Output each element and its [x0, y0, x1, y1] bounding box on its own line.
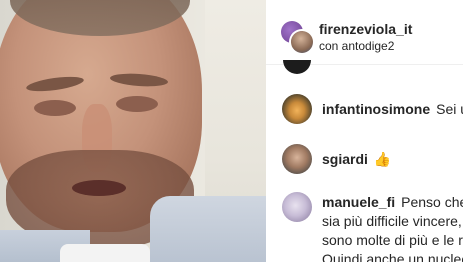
- streamer-right-eye: [116, 96, 158, 112]
- live-video-feed: [0, 0, 266, 262]
- commenter-avatar-icon[interactable]: [282, 192, 312, 222]
- comment-text-line: sono molte di più e le ro: [322, 232, 463, 248]
- host-avatar-icon[interactable]: [281, 21, 313, 53]
- streamer-mouth: [72, 180, 126, 196]
- commenter-avatar-icon[interactable]: [282, 94, 312, 124]
- comment-username[interactable]: sgiardi: [322, 151, 368, 167]
- comment-text: Sei un: [436, 101, 463, 117]
- host-subtitle: con antodige2: [319, 39, 395, 53]
- comment-item: manuele_fi Penso che sia più difficile vi…: [266, 192, 463, 262]
- comment-item: infantinosimone Sei un: [266, 92, 463, 132]
- live-comments-panel: firenzeviola_it con antodige2 infantinos…: [266, 0, 463, 262]
- host-username[interactable]: firenzeviola_it: [319, 21, 412, 37]
- streamer-shirt: [150, 196, 266, 262]
- comment-username[interactable]: infantinosimone: [322, 101, 430, 117]
- commenter-avatar-icon: [283, 60, 311, 74]
- thumbs-up-icon: 👍: [373, 151, 392, 167]
- streamer-left-eye: [34, 100, 76, 116]
- comment-text-line: sia più difficile vincere,: [322, 213, 462, 229]
- comment-text-line: Quindi anche un nucleo: [322, 251, 463, 262]
- commenter-avatar-icon[interactable]: [282, 144, 312, 174]
- comment-username[interactable]: manuele_fi: [322, 194, 395, 210]
- comment-text: Penso che: [401, 194, 463, 210]
- streamer-collar: [60, 244, 150, 262]
- guest-avatar-icon: [291, 31, 313, 53]
- comment-item: sgiardi 👍: [266, 142, 463, 182]
